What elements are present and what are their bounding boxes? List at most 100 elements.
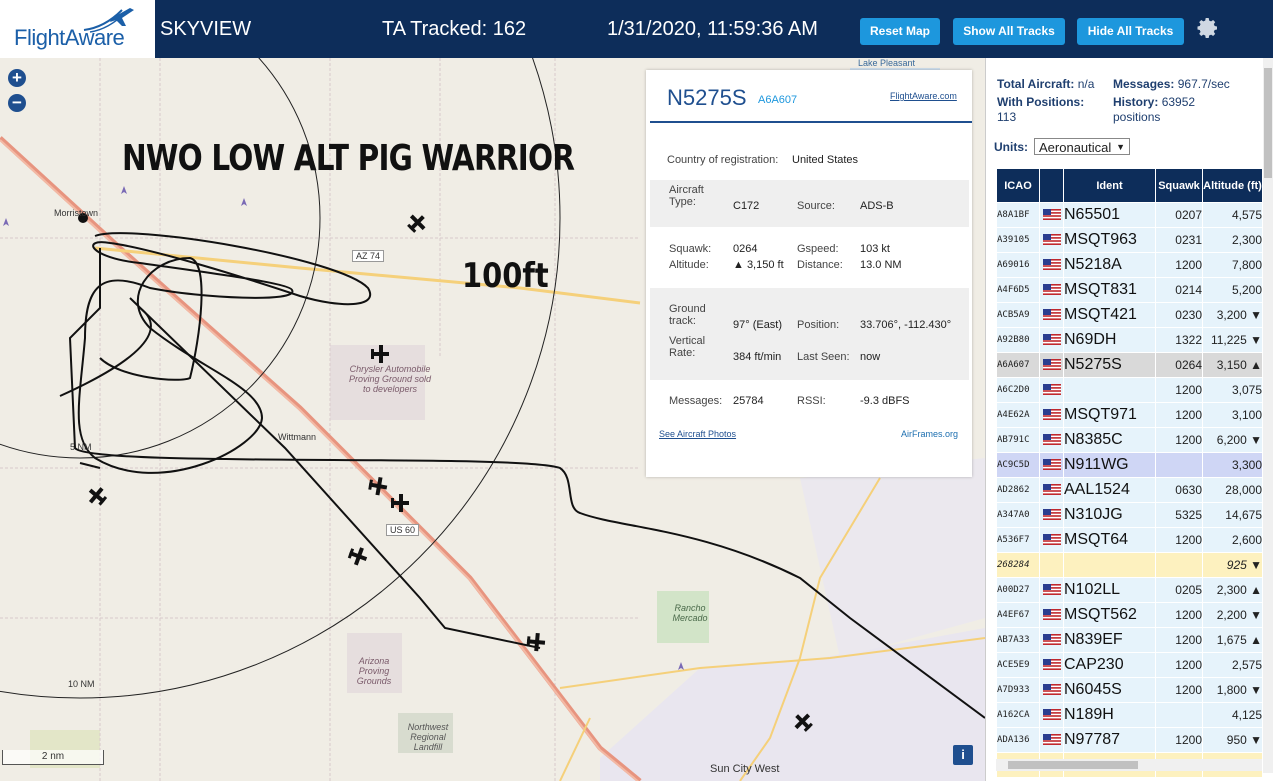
map-info-button[interactable]: i (953, 745, 973, 765)
flag-cell (1039, 377, 1064, 403)
flag-cell (1039, 577, 1064, 603)
reset-map-button[interactable]: Reset Map (860, 18, 940, 45)
table-row[interactable]: A6C2D0 1200 3,075 (996, 377, 1263, 403)
squawk-cell (1155, 552, 1203, 578)
table-row[interactable]: A4F6D5 MSQT831 0214 5,200 (996, 277, 1263, 303)
table-row[interactable]: 268284 925 ▼ (996, 552, 1263, 578)
altitude-cell: 1,800 ▼ (1202, 677, 1263, 703)
us-flag-icon (1042, 609, 1061, 621)
vertical-rate-label: Vertical Rate: (669, 335, 706, 359)
table-row[interactable]: A4EF67 MSQT562 1200 2,200 ▼ (996, 602, 1263, 628)
ground-track-label: Ground track: (669, 303, 706, 327)
last-seen-value: now (860, 351, 881, 363)
icao-cell: AB7A33 (996, 627, 1040, 653)
us-flag-icon (1042, 209, 1061, 221)
place-label-sun-city-west: Sun City West (710, 763, 780, 775)
us-flag-icon (1042, 684, 1061, 696)
vertical-rate-value: 384 ft/min (733, 351, 782, 363)
table-row[interactable]: ADA136 N97787 1200 950 ▼ (996, 727, 1263, 753)
us-flag-icon (1042, 734, 1061, 746)
us-flag-icon (1042, 434, 1061, 446)
ident-cell: CAP230 (1063, 652, 1156, 678)
total-aircraft-label: Total Aircraft: (997, 77, 1075, 91)
place-label-lake-pleasant: Lake Pleasant (858, 58, 916, 68)
flag-cell (1039, 202, 1064, 228)
history-value: 63952 (1161, 95, 1196, 109)
squawk-cell: 1200 (1155, 427, 1203, 453)
place-label-rancho-mercado: Rancho Mercado (672, 603, 708, 623)
squawk-cell: 0630 (1155, 477, 1203, 503)
table-row[interactable]: A92B80 N69DH 1322 11,225 ▼ (996, 327, 1263, 353)
table-row[interactable]: A536F7 MSQT64 1200 2,600 (996, 527, 1263, 553)
ground-track-value: 97° (East) (733, 319, 783, 331)
units-selected-value: Aeronautical (1039, 140, 1112, 155)
us-flag-icon (1042, 534, 1061, 546)
position-label: Position: (797, 319, 840, 331)
airframes-link[interactable]: AirFrames.org (901, 429, 958, 439)
col-header-flag[interactable] (1039, 168, 1064, 203)
squawk-cell: 5325 (1155, 502, 1203, 528)
aircraft-info-popup: N5275S A6A607 FlightAware.com Country of… (646, 70, 972, 477)
icao-cell: AD2862 (996, 477, 1040, 503)
col-header-icao[interactable]: ICAO (996, 168, 1040, 203)
zoom-out-button[interactable]: − (8, 94, 26, 112)
messages-label: Messages: (669, 395, 723, 407)
icao-cell: A8A1BF (996, 202, 1040, 228)
see-aircraft-photos-link[interactable]: See Aircraft Photos (659, 429, 736, 439)
us-flag-icon (1042, 259, 1061, 271)
table-row[interactable]: AC9C5D N911WG 3,300 (996, 452, 1263, 478)
table-row[interactable]: A162CA N189H 4,125 (996, 702, 1263, 728)
brand-name: FlightAware (14, 25, 125, 50)
table-row[interactable]: A69016 N5218A 1200 7,800 (996, 252, 1263, 278)
table-row[interactable]: A39105 MSQT963 0231 2,300 (996, 227, 1263, 253)
table-row[interactable]: A4E62A MSQT971 1200 3,100 (996, 402, 1263, 428)
table-row[interactable]: AB7A33 N839EF 1200 1,675 ▲ (996, 627, 1263, 653)
panel-scroll-thumb[interactable] (1264, 68, 1272, 178)
table-row[interactable]: A7D933 N6045S 1200 1,800 ▼ (996, 677, 1263, 703)
country-label: Country of registration: (667, 154, 779, 166)
table-row[interactable]: A00D27 N102LL 0205 2,300 ▲ (996, 577, 1263, 603)
icao-cell: ACE5E9 (996, 652, 1040, 678)
distance-label: Distance: (797, 259, 843, 271)
table-row[interactable]: AB791C N8385C 1200 6,200 ▼ (996, 427, 1263, 453)
units-select[interactable]: Aeronautical ▼ (1034, 138, 1130, 155)
table-row[interactable]: AD2862 AAL1524 0630 28,000 (996, 477, 1263, 503)
gear-icon[interactable] (1196, 16, 1220, 40)
squawk-cell: 1200 (1155, 627, 1203, 653)
popup-registration: N5275S (667, 85, 747, 110)
altitude-cell: 4,575 (1202, 202, 1263, 228)
table-row[interactable]: A347A0 N310JG 5325 14,675 (996, 502, 1263, 528)
ident-cell: MSQT421 (1063, 302, 1156, 328)
zoom-in-button[interactable]: + (8, 69, 26, 87)
table-row[interactable]: ACB5A9 MSQT421 0230 3,200 ▼ (996, 302, 1263, 328)
table-horizontal-scroll-thumb[interactable] (1008, 761, 1138, 769)
squawk-cell: 0205 (1155, 577, 1203, 603)
table-row[interactable]: A6A607 N5275S 0264 3,150 ▲ (996, 352, 1263, 378)
icao-cell: A7D933 (996, 677, 1040, 703)
us-flag-icon (1042, 509, 1061, 521)
col-header-altitude[interactable]: Altitude (ft) (1202, 168, 1263, 203)
flag-cell (1039, 327, 1064, 353)
show-all-tracks-button[interactable]: Show All Tracks (953, 18, 1065, 45)
ident-cell: N5275S (1063, 352, 1156, 378)
squawk-value: 0264 (733, 243, 758, 255)
table-row[interactable]: A8A1BF N65501 0207 4,575 (996, 202, 1263, 228)
squawk-cell: 1200 (1155, 252, 1203, 278)
col-header-ident[interactable]: Ident (1063, 168, 1156, 203)
flightaware-link[interactable]: FlightAware.com (890, 91, 957, 101)
with-positions-label: With Positions: (997, 95, 1085, 109)
table-row[interactable]: ACE5E9 CAP230 1200 2,575 (996, 652, 1263, 678)
us-flag-icon (1042, 359, 1061, 371)
icao-cell: A4F6D5 (996, 277, 1040, 303)
aircraft-type-label: Aircraft Type: (669, 184, 704, 208)
hide-all-tracks-button[interactable]: Hide All Tracks (1077, 18, 1184, 45)
flightaware-logo[interactable]: FlightAware (0, 0, 155, 58)
flag-cell (1039, 602, 1064, 628)
airport-symbols (3, 186, 684, 670)
altitude-cell: 2,575 (1202, 652, 1263, 678)
altitude-cell: 6,200 ▼ (1202, 427, 1263, 453)
ident-cell: N97787 (1063, 727, 1156, 753)
col-header-squawk[interactable]: Squawk (1155, 168, 1203, 203)
app-title: SKYVIEW (160, 18, 252, 40)
us-flag-icon (1042, 409, 1061, 421)
